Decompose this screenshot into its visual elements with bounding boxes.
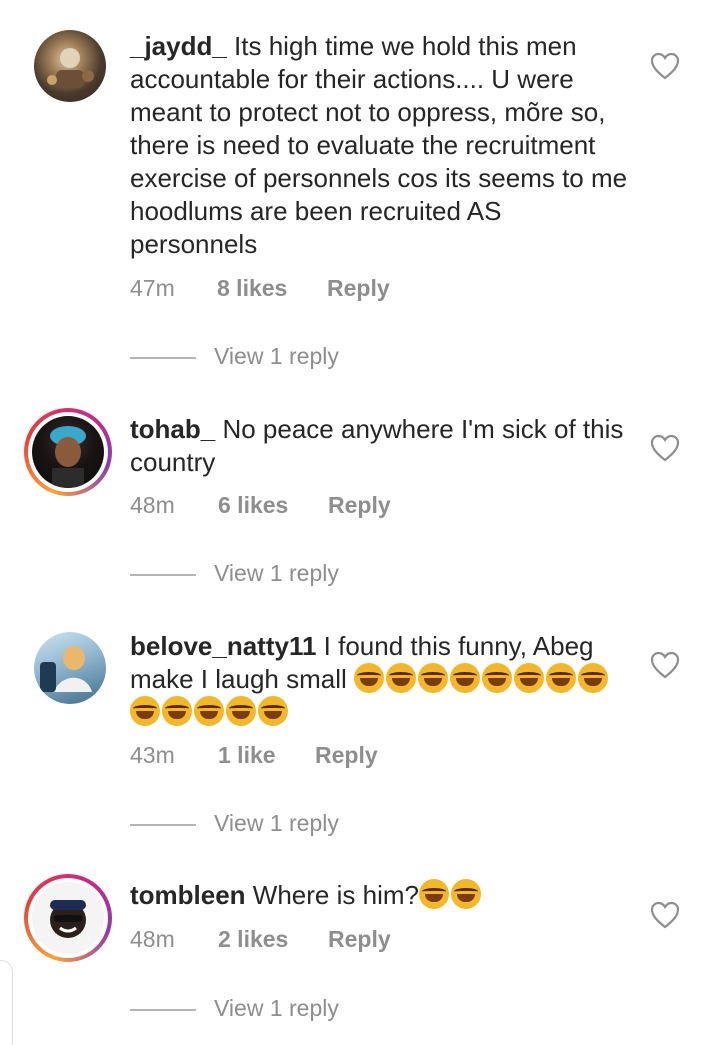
reply-button[interactable]: Reply — [315, 742, 378, 769]
comment-body: tohab_ No peace anywhere I'm sick of thi… — [130, 413, 630, 479]
comment-meta: 43m 1 like Reply — [130, 742, 530, 772]
laughing-emoji-icon — [385, 663, 416, 693]
view-replies-label: View 1 reply — [214, 810, 339, 836]
comment-text: Where is him? — [245, 880, 419, 910]
comment-username[interactable]: _jaydd_ — [130, 31, 227, 61]
heart-icon[interactable] — [650, 52, 680, 80]
view-replies-button[interactable]: View 1 reply — [130, 343, 390, 373]
laughing-emoji-icon — [450, 879, 481, 909]
comment-username[interactable]: tohab_ — [130, 414, 215, 444]
laughing-emoji-icon — [513, 663, 544, 693]
laughing-emoji-icon — [258, 696, 288, 726]
comment-body: belove_natty11 I found this funny, Abeg … — [130, 630, 630, 729]
likes-count[interactable]: 1 like — [218, 742, 276, 769]
comment-time: 48m — [130, 492, 175, 518]
divider-line — [130, 1009, 196, 1011]
avatar[interactable] — [34, 30, 106, 102]
comment-text: Its high time we hold this men accountab… — [130, 31, 628, 259]
story-ring[interactable] — [24, 874, 112, 962]
comment-username[interactable]: tombleen — [130, 880, 246, 910]
comment-username[interactable]: belove_natty11 — [130, 631, 316, 661]
avatar[interactable] — [32, 416, 104, 488]
likes-count[interactable]: 8 likes — [217, 275, 287, 302]
avatar[interactable] — [32, 882, 104, 954]
laughing-emoji-icon — [194, 696, 224, 726]
likes-count[interactable]: 2 likes — [218, 926, 288, 953]
view-replies-button[interactable]: View 1 reply — [130, 560, 390, 590]
comment-time: 43m — [130, 742, 175, 768]
laughing-emoji-icon — [162, 696, 192, 726]
heart-icon[interactable] — [650, 434, 680, 462]
comment-meta: 48m 6 likes Reply — [130, 492, 530, 522]
comment-body: tombleen Where is him? — [130, 879, 630, 912]
story-ring[interactable] — [24, 408, 112, 496]
laughing-emoji-icon — [449, 663, 480, 693]
comment-time: 47m — [130, 275, 175, 301]
laughing-emoji-icon — [226, 696, 256, 726]
laughing-emoji-icon — [353, 663, 384, 693]
view-replies-label: View 1 reply — [214, 343, 339, 369]
comment-meta: 47m 8 likes Reply — [130, 275, 530, 305]
avatar[interactable] — [34, 632, 106, 704]
likes-count[interactable]: 6 likes — [218, 492, 288, 519]
heart-icon[interactable] — [650, 651, 680, 679]
view-replies-button[interactable]: View 1 reply — [130, 995, 390, 1025]
comment-meta: 48m 2 likes Reply — [130, 926, 530, 956]
laughing-emoji-icon — [130, 696, 160, 726]
laughing-emoji-icon — [481, 663, 512, 693]
laughing-emoji-icon — [417, 663, 448, 693]
divider-line — [130, 357, 196, 359]
reply-button[interactable]: Reply — [327, 275, 390, 302]
comment-time: 48m — [130, 926, 175, 952]
laughing-emoji-icon — [577, 663, 608, 693]
sheet-edge — [0, 960, 13, 1045]
divider-line — [130, 824, 196, 826]
view-replies-button[interactable]: View 1 reply — [130, 810, 390, 840]
view-replies-label: View 1 reply — [214, 995, 339, 1021]
laughing-emoji-icon — [545, 663, 576, 693]
view-replies-label: View 1 reply — [214, 560, 339, 586]
heart-icon[interactable] — [650, 901, 680, 929]
divider-line — [130, 574, 196, 576]
emoji-group — [418, 879, 483, 910]
reply-button[interactable]: Reply — [328, 926, 391, 953]
reply-button[interactable]: Reply — [328, 492, 391, 519]
laughing-emoji-icon — [418, 879, 449, 909]
comment-body: _jaydd_ Its high time we hold this men a… — [130, 30, 630, 261]
